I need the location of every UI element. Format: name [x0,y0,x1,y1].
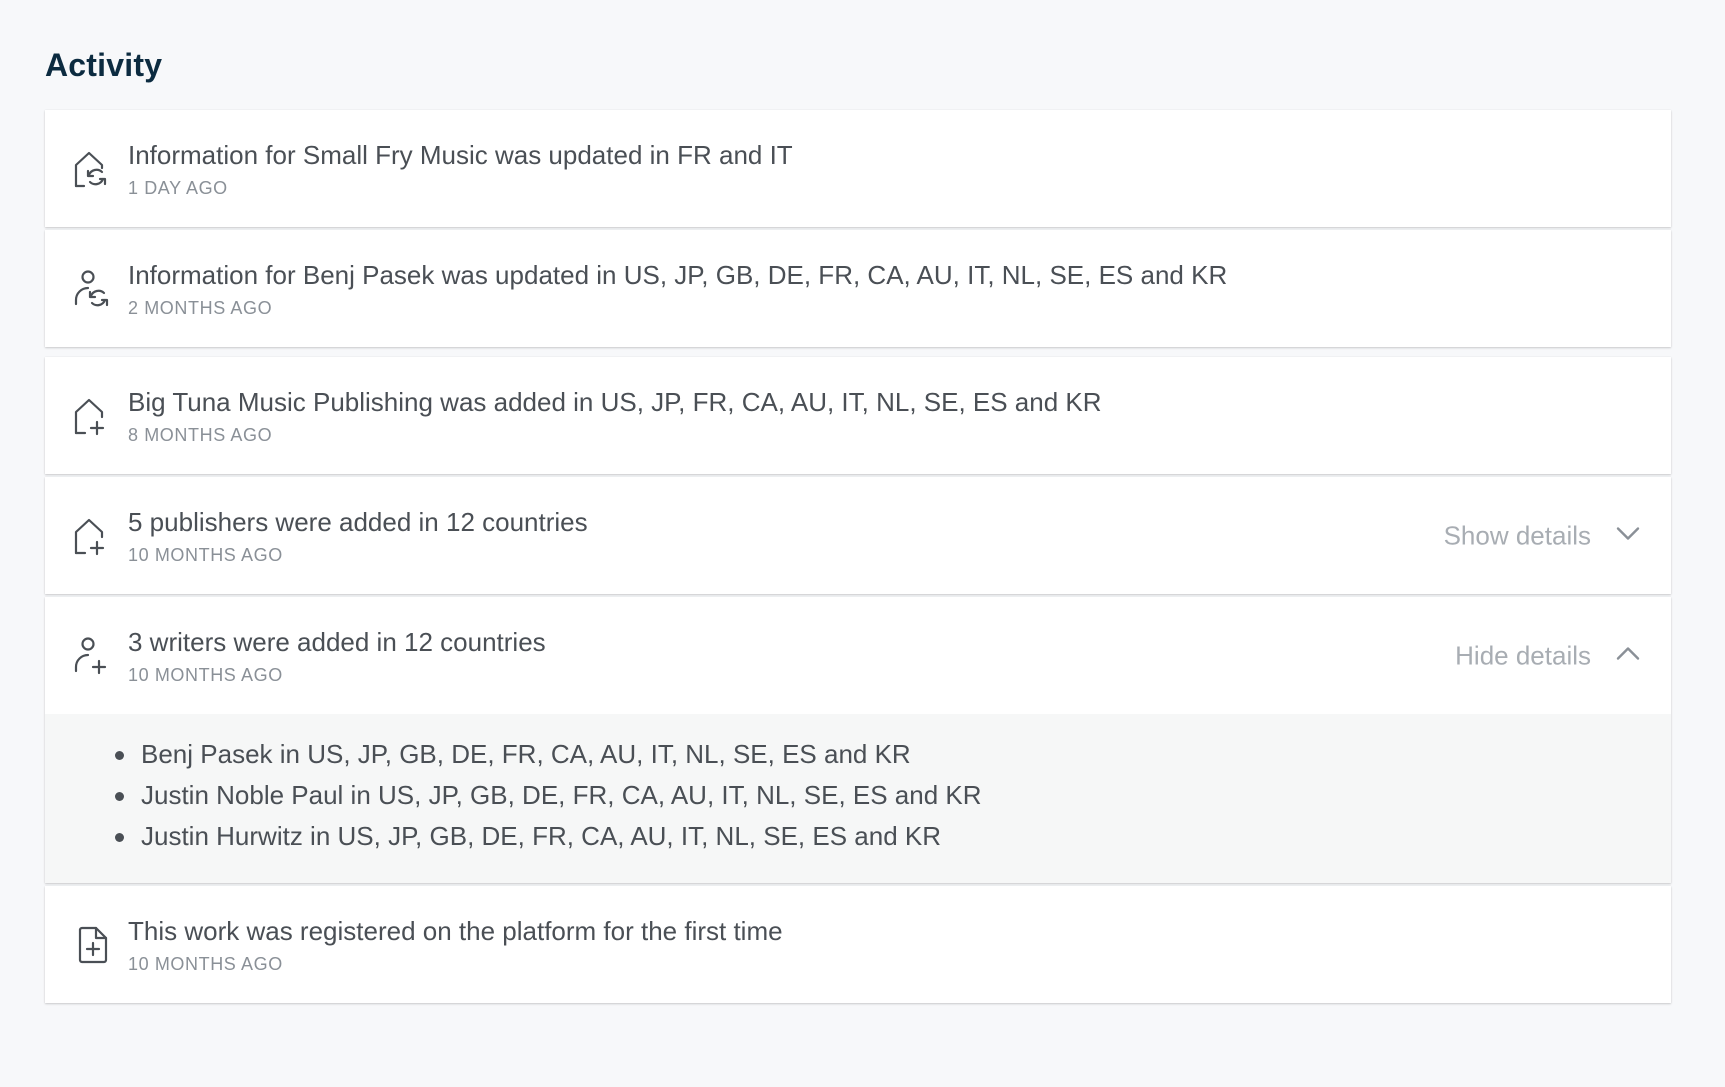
activity-message: This work was registered on the platform… [128,915,783,946]
hide-details-button[interactable]: Hide details [1455,638,1643,673]
activity-card: Information for Small Fry Music was upda… [45,110,1671,227]
chevron-down-icon [1613,518,1643,553]
document-add-icon [72,924,114,966]
details-item-text: Justin Hurwitz in US, JP, GB, DE, FR, CA… [141,821,941,851]
activity-message: Information for Small Fry Music was upda… [128,139,793,170]
activity-row: Big Tuna Music Publishing was added in U… [45,357,1671,474]
writer-add-icon [72,635,114,677]
activity-card: 5 publishers were added in 12 countries … [45,477,1671,594]
show-details-label: Show details [1443,520,1591,550]
writer-update-icon [72,268,114,310]
bullet-icon [115,751,124,760]
activity-row: This work was registered on the platform… [45,886,1671,1003]
activity-time: 1 DAY AGO [128,177,228,198]
bullet-icon [115,833,124,842]
details-list: Benj Pasek in US, JP, GB, DE, FR, CA, AU… [95,734,1671,857]
details-list-item: Justin Hurwitz in US, JP, GB, DE, FR, CA… [95,816,1671,857]
activity-card: Big Tuna Music Publishing was added in U… [45,357,1671,474]
activity-row: 5 publishers were added in 12 countries … [45,477,1671,594]
activity-row: 3 writers were added in 12 countries 10 … [45,597,1671,714]
details-list-item: Justin Noble Paul in US, JP, GB, DE, FR,… [95,775,1671,816]
activity-page: Activity Information for Small Fry Music [0,0,1725,1087]
show-details-button[interactable]: Show details [1444,518,1643,553]
details-item-text: Justin Noble Paul in US, JP, GB, DE, FR,… [141,780,982,810]
activity-time: 2 MONTHS AGO [128,297,273,318]
activity-row: Information for Benj Pasek was updated i… [45,230,1671,347]
bullet-icon [115,792,124,801]
publisher-add-icon [72,515,114,557]
hide-details-label: Hide details [1455,640,1591,670]
publisher-add-icon [72,395,114,437]
activity-time: 10 MONTHS AGO [128,664,283,685]
activity-message: 3 writers were added in 12 countries [128,626,546,657]
activity-card: This work was registered on the platform… [45,886,1671,1003]
activity-time: 8 MONTHS AGO [128,424,273,445]
activity-list: Information for Small Fry Music was upda… [45,110,1671,1003]
details-item-text: Benj Pasek in US, JP, GB, DE, FR, CA, AU… [141,739,911,769]
page-title: Activity [45,47,163,83]
activity-message: 5 publishers were added in 12 countries [128,506,588,537]
activity-message: Information for Benj Pasek was updated i… [128,259,1228,290]
activity-time: 10 MONTHS AGO [128,544,283,565]
details-list-item: Benj Pasek in US, JP, GB, DE, FR, CA, AU… [95,734,1671,775]
publisher-update-icon [72,148,114,190]
activity-message: Big Tuna Music Publishing was added in U… [128,386,1102,417]
activity-row: Information for Small Fry Music was upda… [45,110,1671,227]
chevron-up-icon [1613,638,1643,673]
activity-card: Information for Benj Pasek was updated i… [45,230,1671,347]
activity-card: 3 writers were added in 12 countries 10 … [45,597,1671,883]
activity-details: Benj Pasek in US, JP, GB, DE, FR, CA, AU… [45,714,1671,883]
activity-time: 10 MONTHS AGO [128,953,283,974]
